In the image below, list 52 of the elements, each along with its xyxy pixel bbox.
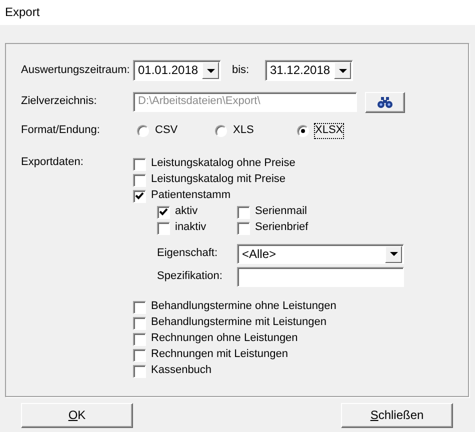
date-dropdown[interactable]: 31.12.2018	[265, 60, 353, 81]
checkbox-label: Leistungskatalog ohne Preise	[151, 157, 296, 171]
field-label: Eigenschaft:	[157, 247, 219, 261]
section-label: Exportdaten:	[21, 156, 84, 170]
checkbox-label: Behandlungstermine ohne Leistungen	[151, 300, 336, 314]
radio-button[interactable]	[297, 125, 309, 137]
checkbox-label: Serienmail	[255, 205, 307, 219]
checkbox-label: Behandlungstermine mit Leistungen	[151, 316, 327, 330]
checkbox-label: Kassenbuch	[151, 364, 212, 378]
checkbox[interactable]	[237, 206, 250, 218]
field-label: Zielverzeichnis:	[21, 95, 98, 109]
checkbox-label: aktiv	[175, 205, 198, 219]
checkbox[interactable]	[237, 222, 250, 234]
dropdown-button[interactable]	[385, 246, 402, 262]
dropdown-button[interactable]	[202, 62, 219, 79]
field-label: Format/Endung:	[21, 124, 101, 138]
checkbox[interactable]	[133, 158, 146, 170]
checkbox[interactable]	[133, 316, 146, 330]
radio-label: CSV	[155, 124, 178, 138]
checkbox[interactable]	[157, 222, 170, 234]
radio-button[interactable]	[137, 125, 149, 137]
field-label: Spezifikation:	[157, 270, 224, 284]
dialog-button[interactable]: OK	[21, 403, 133, 428]
checkbox-label: inaktiv	[175, 221, 206, 235]
checkbox-label: Serienbrief	[255, 221, 308, 235]
checkbox[interactable]	[157, 206, 170, 218]
checkbox-label: Leistungskatalog mit Preise	[151, 173, 286, 187]
field-label: Auswertungszeitraum:	[21, 64, 131, 78]
radio-label: XLS	[233, 124, 254, 138]
caret-icon	[206, 68, 214, 72]
radio-button[interactable]	[215, 125, 227, 137]
date-dropdown[interactable]: 01.01.2018	[133, 60, 221, 81]
caret-icon	[390, 252, 398, 256]
specification-field[interactable]	[237, 267, 404, 287]
window-title: Export	[5, 5, 40, 20]
checkbox[interactable]	[133, 348, 146, 362]
checkbox[interactable]	[133, 364, 146, 378]
field-label: bis:	[232, 64, 250, 78]
dialog-button[interactable]: Schließen	[341, 403, 453, 428]
property-dropdown[interactable]: <Alle>	[237, 244, 404, 264]
dropdown-button[interactable]	[334, 62, 351, 79]
checkbox[interactable]	[133, 300, 146, 314]
browse-button[interactable]	[365, 92, 405, 112]
checkbox[interactable]	[133, 332, 146, 346]
binoculars-icon	[377, 96, 393, 108]
checkbox-label: Rechnungen mit Leistungen	[151, 348, 288, 362]
radio-label: XLSX	[315, 124, 344, 138]
caret-icon	[338, 68, 346, 72]
checkbox-label: Patientenstamm	[151, 189, 230, 203]
checkbox[interactable]	[133, 190, 146, 202]
checkbox-label: Rechnungen ohne Leistungen	[151, 332, 298, 346]
checkbox[interactable]	[133, 174, 146, 186]
